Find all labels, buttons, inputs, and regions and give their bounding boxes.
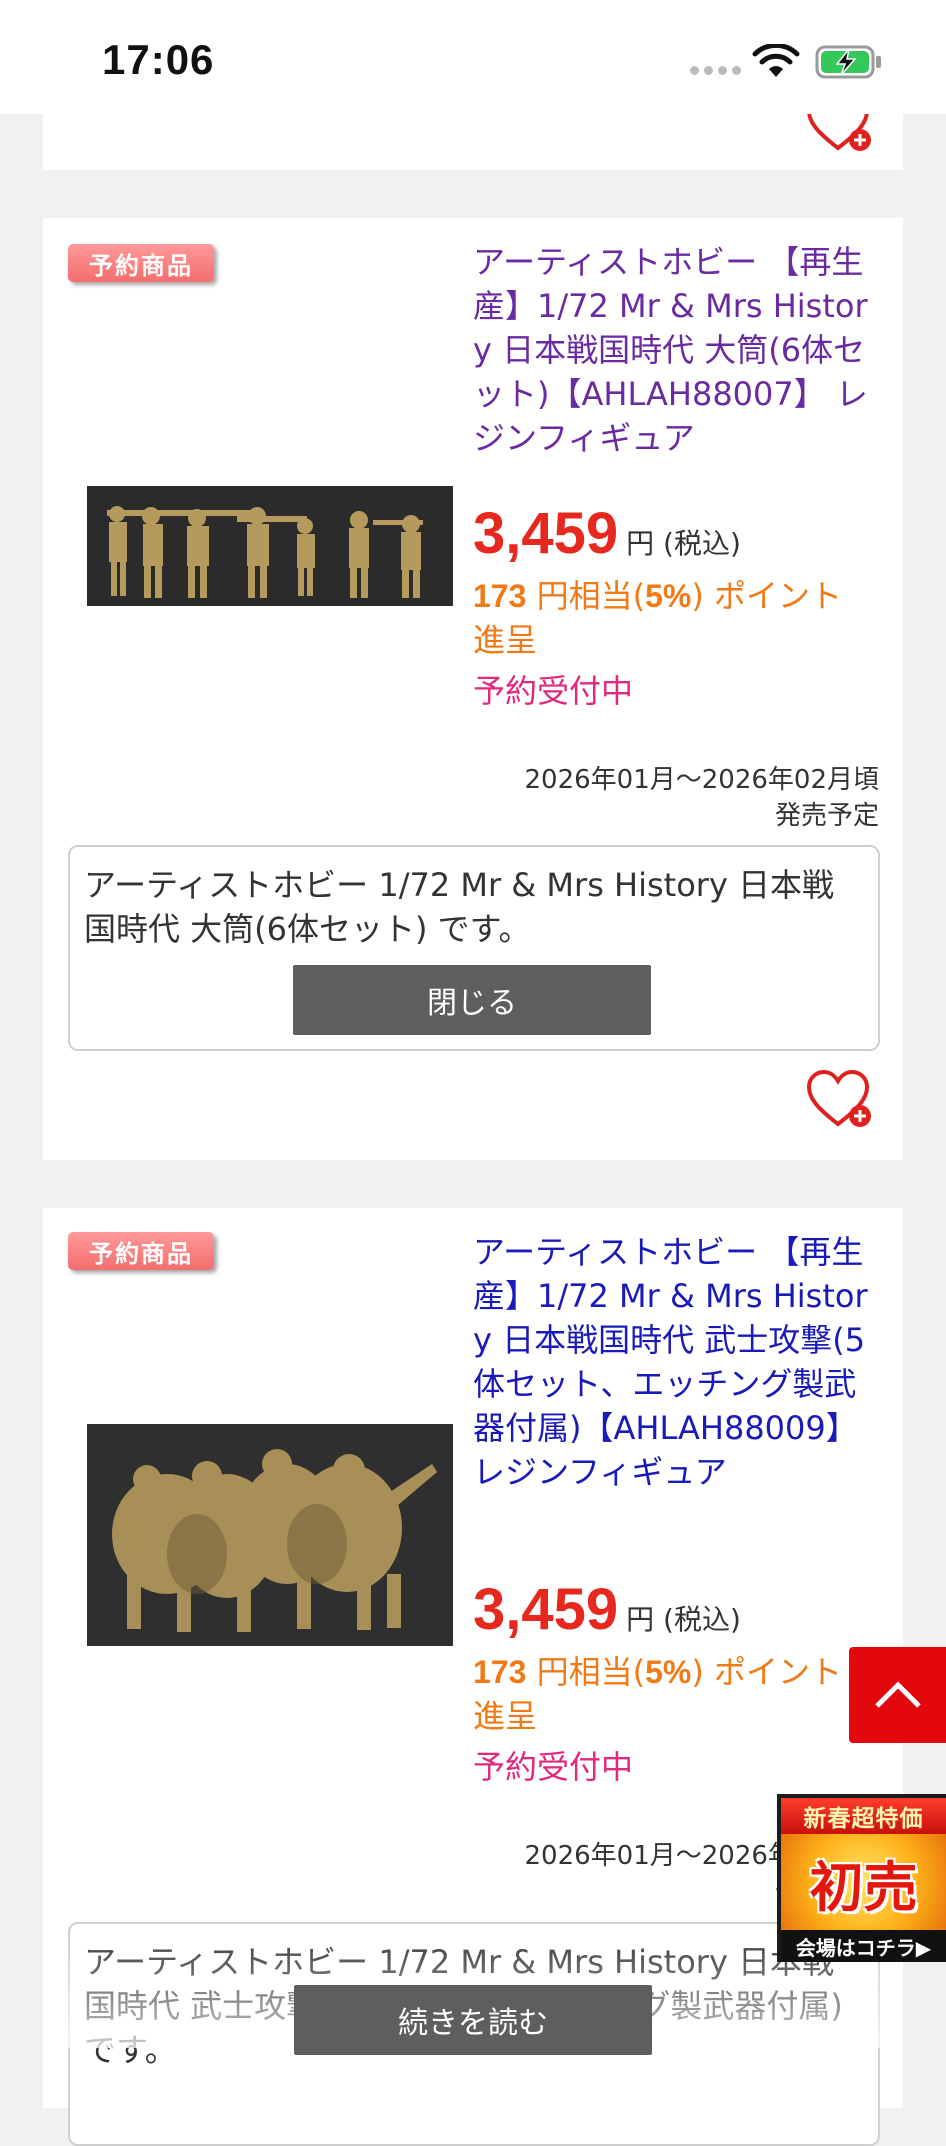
product-title-link[interactable]: アーティストホビー 【再生産】1/72 Mr & Mrs History 日本戦… (473, 240, 883, 460)
product-card: 予約商品 アーティストホビー 【再生産】1/72 Mr & Mrs Histor… (43, 218, 903, 1160)
price-unit: 円 (税込) (626, 527, 741, 560)
price-value: 3,459 (473, 1577, 619, 1642)
release-schedule: 2026年01月～2026年02月頃 発売予定 (459, 762, 879, 834)
product-title-link[interactable]: アーティストホビー 【再生産】1/72 Mr & Mrs History 日本戦… (473, 1230, 883, 1494)
wifi-icon (752, 44, 800, 77)
banner-main-text: 初売 (809, 1854, 918, 1919)
close-button[interactable]: 閉じる (293, 965, 651, 1035)
preorder-badge: 予約商品 (68, 1232, 214, 1270)
product-card-previous (43, 93, 903, 170)
points-info: 173 円相当(5%) ポイント進呈 (473, 574, 873, 662)
availability-status: 予約受付中 (473, 672, 634, 710)
points-percent: 5% (645, 1654, 692, 1690)
points-info: 173 円相当(5%) ポイント進呈 (473, 1650, 873, 1738)
status-time: 17:06 (102, 36, 215, 83)
favorite-add-icon[interactable] (805, 1068, 875, 1132)
chevron-up-icon (874, 1681, 921, 1708)
banner-bottom-text: 会場はコチラ▶ (781, 1930, 946, 1962)
points-value: 173 (473, 1654, 527, 1690)
description-box: アーティストホビー 1/72 Mr & Mrs History 日本戦国時代 大… (68, 845, 880, 1051)
points-text-a: 円相当( (526, 577, 646, 615)
status-bar: 17:06 (0, 0, 946, 114)
price: 3,459 円 (税込) (473, 500, 893, 567)
new-year-sale-banner[interactable]: 新春超特価 初売 会場はコチラ▶ (777, 1794, 946, 1962)
release-note: 発売予定 (774, 801, 879, 831)
read-more-button[interactable]: 続きを読む (294, 1985, 652, 2055)
points-percent: 5% (645, 578, 692, 614)
points-value: 173 (473, 578, 527, 614)
signal-icon (690, 66, 741, 75)
back-to-top-button[interactable] (849, 1647, 946, 1743)
banner-top-text: 新春超特価 (781, 1798, 946, 1834)
availability-status: 予約受付中 (473, 1748, 634, 1786)
banner-main: 初売 (781, 1834, 946, 1930)
product-image[interactable] (87, 1424, 453, 1646)
battery-charging-icon (815, 45, 881, 79)
price-unit: 円 (税込) (626, 1603, 741, 1636)
points-text-a: 円相当( (526, 1653, 646, 1691)
release-date: 2026年01月～2026年02月頃 (524, 765, 879, 795)
price-value: 3,459 (473, 501, 619, 566)
preorder-badge: 予約商品 (68, 244, 214, 282)
product-image[interactable] (87, 486, 453, 606)
description-text: アーティストホビー 1/72 Mr & Mrs History 日本戦国時代 大… (84, 866, 835, 948)
price: 3,459 円 (税込) (473, 1576, 893, 1643)
